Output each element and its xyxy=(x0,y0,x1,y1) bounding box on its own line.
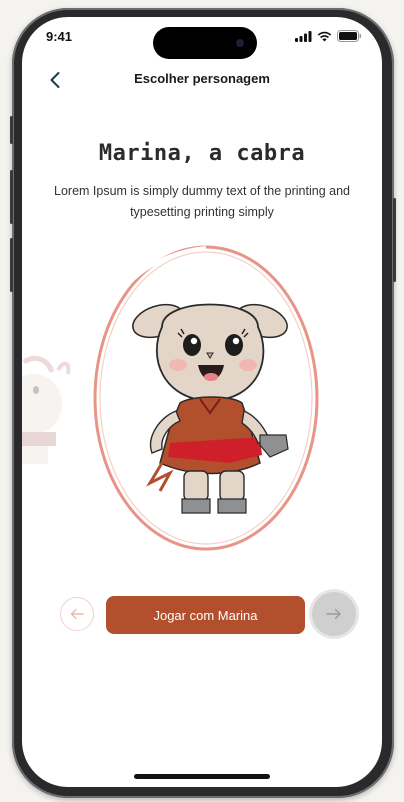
power-button xyxy=(393,198,396,282)
status-time: 9:41 xyxy=(46,29,73,44)
goat-character-illustration xyxy=(132,303,289,514)
action-bar: Jogar com Marina xyxy=(22,592,382,639)
home-indicator[interactable] xyxy=(134,774,270,779)
signal-icon xyxy=(295,30,312,42)
character-name: Marina, a cabra xyxy=(98,141,306,166)
status-bar: 9:41 xyxy=(22,17,382,61)
wifi-icon xyxy=(317,31,332,41)
action-button xyxy=(10,116,13,144)
character-carousel[interactable] xyxy=(22,242,382,562)
arrow-left-icon xyxy=(70,608,84,620)
app-screen: 9:41 Escolher personagem Marina, a cabra… xyxy=(22,17,382,787)
previous-character-button[interactable] xyxy=(60,597,94,631)
next-character-button[interactable] xyxy=(312,592,356,636)
status-icons xyxy=(295,30,362,42)
camera-icon xyxy=(236,39,244,47)
play-with-character-button[interactable]: Jogar com Marina xyxy=(106,596,305,634)
character-description: Lorem Ipsum is simply dummy text of the … xyxy=(54,184,350,219)
arrow-right-icon xyxy=(326,608,341,620)
volume-down-button xyxy=(10,238,13,292)
previous-character-preview[interactable] xyxy=(22,332,82,472)
battery-icon xyxy=(337,30,362,42)
navigation-bar: Escolher personagem xyxy=(22,65,382,95)
volume-up-button xyxy=(10,170,13,224)
dynamic-island xyxy=(153,27,257,59)
page-title: Escolher personagem xyxy=(134,71,270,86)
